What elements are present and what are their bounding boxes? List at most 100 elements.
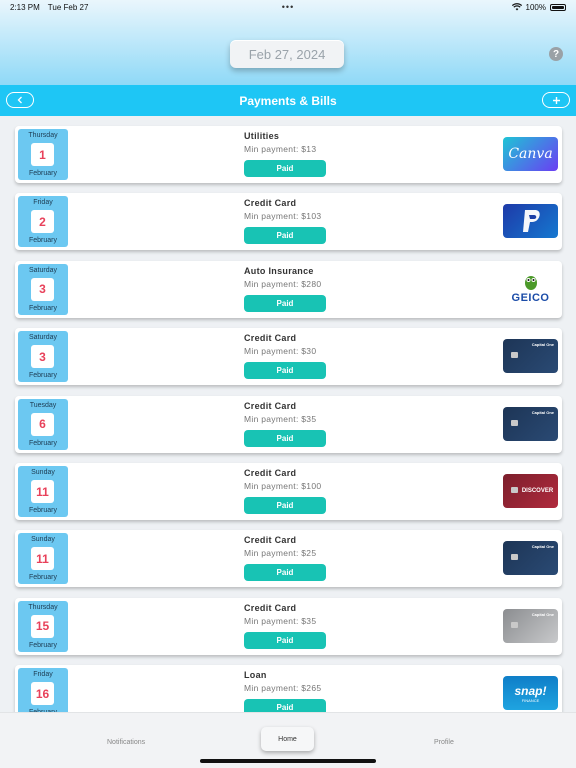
paid-button[interactable]: Paid: [244, 362, 326, 380]
date-picker-button[interactable]: Feb 27, 2024: [230, 40, 344, 68]
bill-date-box: Tuesday 6 February: [18, 398, 68, 450]
geico-logo-text: GEICO: [511, 291, 550, 304]
payee-logo: [503, 204, 558, 239]
bill-row[interactable]: Friday 2 February Credit Card Min payment: $…: [15, 193, 562, 251]
bill-row[interactable]: Saturday 3 February Credit Card Min payment:…: [15, 328, 562, 386]
payee-logo: Capital One: [503, 541, 558, 576]
snap-logo-text: snap!: [514, 683, 547, 698]
gecko-icon: [524, 275, 537, 290]
card-chip-icon: [511, 487, 518, 493]
bill-day-number: 6: [31, 412, 54, 436]
bill-min-payment: Min payment: $13: [244, 144, 317, 154]
bill-name: Auto Insurance: [244, 265, 314, 276]
paid-button[interactable]: Paid: [244, 429, 326, 447]
snap-logo-subtext: FINANCE: [521, 697, 540, 703]
bill-month: February: [28, 574, 57, 582]
bill-min-payment: Min payment: $265: [244, 683, 322, 694]
bill-day-number: 16: [31, 682, 54, 706]
wifi-icon: [511, 3, 522, 11]
payee-logo: Capital One: [503, 339, 558, 374]
bill-name: Credit Card: [244, 198, 297, 209]
bill-row[interactable]: Tuesday 6 February Credit Card Min payment: …: [15, 395, 562, 453]
bill-weekday: Tuesday: [29, 401, 57, 409]
bill-min-payment: Min payment: $100: [244, 481, 322, 491]
chevron-left-icon: [17, 96, 22, 104]
bill-row[interactable]: Saturday 3 February Auto Insurance Min payme…: [15, 260, 562, 318]
bill-row[interactable]: Thursday 1 February Utilities Min payment: $…: [15, 126, 562, 183]
plus-icon: [552, 96, 560, 104]
bill-name: Credit Card: [244, 535, 297, 546]
bill-row[interactable]: Sunday 11 February Credit Card Min payment: …: [15, 463, 562, 520]
bill-date-box: Sunday 11 February: [18, 533, 68, 585]
paid-button[interactable]: Paid: [244, 631, 326, 649]
paid-button[interactable]: Paid: [244, 699, 326, 712]
bill-name: Credit Card: [244, 400, 297, 411]
bill-row[interactable]: Friday16FebruaryLoanMin payment: $265Pai…: [15, 665, 562, 712]
bill-name: Credit Card: [244, 333, 297, 344]
bill-min-payment: Min payment: $35: [244, 413, 317, 424]
payee-logo: Capital One: [503, 406, 558, 441]
bill-weekday: Thursday: [28, 132, 58, 139]
bill-day-number: 15: [31, 614, 54, 638]
payee-logo: Canva: [503, 137, 558, 171]
bill-weekday: Sunday: [31, 469, 55, 476]
card-chip-icon: [511, 554, 518, 561]
bill-name: Credit Card: [244, 602, 297, 613]
bill-weekday: Saturday: [28, 334, 58, 342]
help-icon[interactable]: ?: [549, 47, 563, 61]
card-brand-text: Capital One: [531, 409, 554, 415]
bill-weekday: Thursday: [28, 603, 58, 611]
tab-home[interactable]: Home: [261, 727, 314, 751]
bill-month: February: [28, 237, 57, 245]
discover-logo-text: DISCOVER: [521, 488, 554, 494]
bills-list[interactable]: Thursday 1 February Utilities Min payment: $…: [0, 116, 576, 712]
bill-weekday: Sunday: [31, 536, 55, 544]
card-chip-icon: [511, 621, 518, 628]
bill-date-box: Friday 2 February: [18, 196, 68, 248]
bill-day-number: 3: [31, 277, 54, 301]
bill-month: February: [28, 641, 57, 649]
tab-notifications[interactable]: Notifications: [107, 739, 145, 746]
bill-name: Credit Card: [244, 468, 297, 478]
paid-button[interactable]: Paid: [244, 564, 326, 582]
bill-min-payment: Min payment: $35: [244, 615, 317, 626]
bill-date-box: Thursday 15 February: [18, 600, 68, 652]
card-brand-text: Capital One: [531, 544, 554, 550]
bill-month: February: [28, 304, 57, 312]
add-bill-button[interactable]: [542, 92, 570, 108]
status-date: Tue Feb 27: [47, 2, 89, 12]
card-chip-icon: [511, 352, 518, 359]
bill-month: February: [28, 372, 57, 380]
paid-button[interactable]: Paid: [244, 227, 326, 245]
payee-logo: DISCOVER: [503, 474, 558, 508]
bill-day-number: 11: [31, 547, 54, 571]
card-brand-text: Capital One: [531, 611, 554, 617]
nav-bar: Payments & Bills: [0, 85, 576, 116]
bill-row[interactable]: Thursday 15 February Credit Card Min payment…: [15, 597, 562, 655]
back-button[interactable]: [6, 92, 34, 108]
card-chip-icon: [511, 419, 518, 426]
bill-min-payment: Min payment: $30: [244, 346, 317, 357]
multitasking-dots[interactable]: •••: [282, 2, 294, 12]
paid-button[interactable]: Paid: [244, 497, 326, 514]
bill-date-box: Saturday 3 February: [18, 263, 68, 315]
bill-name: Utilities: [244, 131, 280, 141]
card-brand-text: Capital One: [531, 342, 554, 348]
home-indicator[interactable]: [200, 759, 376, 763]
bill-month: February: [28, 439, 57, 447]
payee-logo: snap! FINANCE: [503, 676, 558, 711]
bill-date-box: Sunday 11 February: [18, 466, 68, 517]
bill-row[interactable]: Sunday 11 February Credit Card Min payment: …: [15, 530, 562, 588]
bill-day-number: 11: [31, 480, 54, 503]
tab-profile[interactable]: Profile: [434, 739, 454, 746]
canva-logo-text: Canva: [508, 146, 553, 162]
paid-button[interactable]: Paid: [244, 160, 326, 177]
bill-weekday: Saturday: [28, 266, 58, 274]
bill-min-payment: Min payment: $103: [244, 211, 322, 222]
paid-button[interactable]: Paid: [244, 294, 326, 312]
bill-weekday: Friday: [33, 199, 53, 207]
bill-weekday: Friday: [33, 671, 53, 679]
bill-date-box: Friday16February: [18, 668, 68, 712]
battery-percent: 100%: [525, 2, 546, 12]
page-title: Payments & Bills: [239, 93, 337, 108]
